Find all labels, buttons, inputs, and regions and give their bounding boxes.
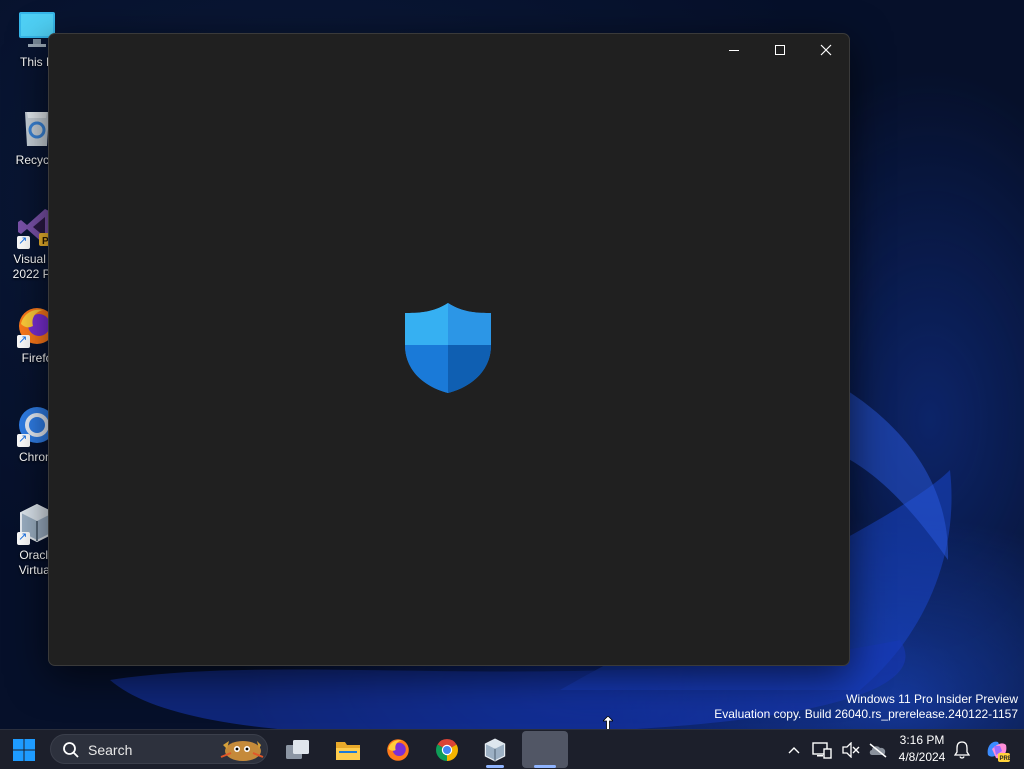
clock-time: 3:16 PM [899, 733, 945, 747]
shortcut-arrow-icon [17, 432, 30, 447]
svg-text:PRE: PRE [1000, 756, 1011, 762]
taskbar-task-view[interactable] [280, 730, 316, 769]
taskbar-search-box[interactable]: Search [50, 734, 268, 764]
task-view-icon [286, 739, 309, 759]
cloud-off-icon [869, 742, 887, 758]
tray-network[interactable] [810, 730, 834, 769]
taskbar-virtualbox[interactable] [477, 730, 513, 769]
taskbar-firefox[interactable] [380, 730, 416, 769]
taskbar-active-window[interactable] [521, 730, 569, 769]
copilot-icon: PRE [987, 741, 1011, 762]
volume-muted-icon [842, 741, 860, 758]
shortcut-arrow-icon [17, 234, 30, 249]
maximize-icon [775, 45, 785, 55]
active-window-thumb [522, 731, 568, 768]
tray-notifications[interactable] [951, 730, 973, 769]
tray-volume[interactable] [840, 730, 862, 769]
search-highlight-doodle-icon [220, 741, 264, 761]
start-icon [13, 738, 35, 761]
network-icon [812, 741, 832, 759]
tray-overflow-button[interactable] [784, 730, 804, 769]
minimize-button[interactable] [711, 34, 757, 66]
firefox-icon [387, 738, 409, 761]
app-window[interactable] [48, 33, 850, 666]
taskbar-chrome[interactable] [429, 730, 465, 769]
watermark-line-1: Windows 11 Pro Insider Preview [846, 692, 1018, 706]
taskbar-file-explorer[interactable] [330, 730, 366, 769]
virtualbox-icon [484, 738, 506, 761]
file-explorer-icon [336, 741, 360, 760]
notification-bell-icon [954, 740, 970, 759]
shortcut-arrow-icon [17, 530, 30, 545]
security-shield-icon [405, 303, 491, 393]
close-button[interactable] [803, 34, 849, 66]
watermark-line-2: Evaluation copy. Build 26040.rs_prerelea… [714, 707, 1018, 721]
search-icon [63, 742, 79, 758]
shortcut-arrow-icon [17, 333, 30, 348]
taskbar-clock[interactable]: 3:16 PM 4/8/2024 [892, 732, 952, 766]
start-button[interactable] [4, 730, 44, 769]
close-icon [820, 44, 832, 56]
tray-copilot[interactable]: PRE [982, 730, 1012, 769]
maximize-button[interactable] [757, 34, 803, 66]
evaluation-watermark: Windows 11 Pro Insider Preview Evaluatio… [714, 692, 1018, 722]
clock-date: 4/8/2024 [898, 750, 946, 764]
chevron-up-icon [788, 746, 800, 753]
tray-onedrive[interactable] [866, 730, 890, 769]
minimize-icon [729, 50, 739, 51]
taskbar: Search 3:16 PM 4/8/2024 PRE [0, 729, 1024, 769]
chrome-icon [436, 738, 458, 761]
search-label: Search [88, 742, 133, 758]
